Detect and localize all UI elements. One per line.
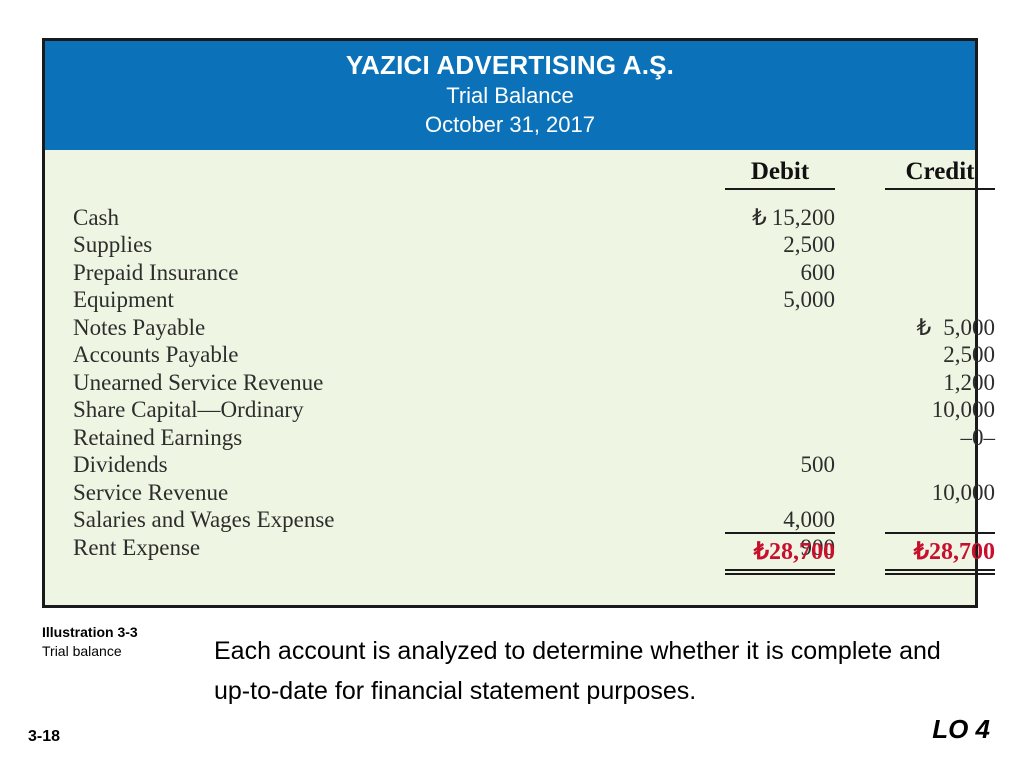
table-row: Retained Earnings –0– bbox=[45, 424, 995, 453]
table-row: Cash ₺ 15,200 bbox=[45, 205, 975, 233]
total-credit-double-rule bbox=[885, 568, 995, 575]
table-row: Accounts Payable 2,500 bbox=[45, 342, 995, 370]
debit-value: 2,500 bbox=[783, 232, 835, 258]
trial-balance-header: YAZICI ADVERTISING A.Ş. Trial Balance Oc… bbox=[45, 41, 975, 150]
credit-amount: 1,200 bbox=[845, 370, 995, 396]
account-name: Retained Earnings bbox=[73, 424, 243, 450]
company-name: YAZICI ADVERTISING A.Ş. bbox=[345, 50, 675, 80]
total-debit-double-rule bbox=[725, 568, 835, 575]
credit-value: 10,000 bbox=[931, 397, 995, 423]
account-name: Prepaid Insurance bbox=[73, 259, 239, 285]
illustration-subtitle: Trial balance bbox=[42, 642, 122, 659]
total-credit: ₺28,700 bbox=[885, 531, 995, 575]
column-header-credit: Credit bbox=[885, 158, 995, 190]
table-row: Salaries and Wages Expense 4,000 bbox=[45, 507, 975, 535]
account-name: Share Capital—Ordinary bbox=[73, 397, 304, 423]
account-name: Notes Payable bbox=[73, 314, 206, 340]
account-rows: Cash ₺ 15,200 Supplies 2,500 Prepaid Insuranc… bbox=[45, 205, 995, 563]
trial-balance-body: Debit Credit Cash ₺ 15,200 Supplies 2,500 Pre… bbox=[45, 150, 995, 577]
account-name: Accounts Payable bbox=[73, 342, 239, 368]
statement-date: October 31, 2017 bbox=[424, 111, 595, 137]
debit-amount: 4,000 bbox=[685, 507, 835, 533]
debit-value: 15,200 bbox=[771, 204, 835, 230]
learning-objective-tag: LO 4 bbox=[932, 714, 990, 744]
column-header-row: Debit Credit bbox=[45, 158, 995, 192]
total-debit-value: ₺28,700 bbox=[753, 538, 835, 565]
table-row: Unearned Service Revenue 1,200 bbox=[45, 369, 995, 398]
credit-value: 10,000 bbox=[931, 479, 995, 505]
credit-value: 2,500 bbox=[943, 342, 995, 368]
account-name: Equipment bbox=[73, 287, 174, 313]
table-row: Service Revenue 10,000 bbox=[45, 479, 995, 508]
credit-value: 5,000 bbox=[943, 314, 995, 340]
credit-value: –0– bbox=[960, 424, 996, 450]
account-name: Dividends bbox=[73, 452, 168, 478]
account-name: Salaries and Wages Expense bbox=[73, 507, 335, 533]
table-row: Dividends 500 bbox=[45, 452, 975, 480]
debit-amount: 2,500 bbox=[685, 232, 835, 258]
debit-amount: 5,000 bbox=[685, 287, 835, 313]
totals-row: ₺28,700 ₺28,700 bbox=[45, 531, 995, 575]
debit-value: 600 bbox=[800, 259, 836, 285]
illustration-number: Illustration 3-3 bbox=[42, 624, 138, 640]
credit-amount: 10,000 bbox=[845, 480, 995, 506]
currency-symbol: ₺ bbox=[752, 204, 767, 230]
credit-value: 1,200 bbox=[943, 369, 995, 395]
credit-amount: 10,000 bbox=[845, 397, 995, 423]
debit-amount: ₺ 15,200 bbox=[685, 205, 835, 231]
debit-value: 4,000 bbox=[783, 507, 835, 533]
table-row: Prepaid Insurance 600 bbox=[45, 260, 975, 288]
table-row: Supplies 2,500 bbox=[45, 232, 975, 260]
account-name: Unearned Service Revenue bbox=[73, 369, 324, 395]
slide-body-text: Each account is analyzed to determine wh… bbox=[214, 637, 941, 705]
trial-balance-illustration: YAZICI ADVERTISING A.Ş. Trial Balance Oc… bbox=[42, 38, 995, 608]
statement-name: Trial Balance bbox=[446, 82, 574, 108]
account-name: Cash bbox=[73, 204, 119, 230]
credit-amount: 2,500 bbox=[845, 342, 995, 368]
debit-value: 500 bbox=[800, 452, 836, 478]
illustration-caption: Illustration 3-3 Trial balance bbox=[42, 624, 212, 660]
total-debit: ₺28,700 bbox=[725, 531, 835, 575]
debit-value: 5,000 bbox=[783, 287, 835, 313]
debit-amount: 600 bbox=[685, 259, 836, 286]
table-row: Notes Payable ₺ 5,000 bbox=[45, 314, 995, 343]
total-credit-value: ₺28,700 bbox=[913, 538, 995, 565]
credit-amount: –0– bbox=[845, 424, 996, 451]
slide-number: 3-18 bbox=[28, 728, 61, 745]
debit-amount: 500 bbox=[685, 452, 836, 478]
table-row: Equipment 5,000 bbox=[45, 287, 975, 315]
table-row: Share Capital—Ordinary 10,000 bbox=[45, 397, 995, 425]
column-header-debit: Debit bbox=[725, 158, 835, 190]
account-name: Service Revenue bbox=[73, 479, 229, 505]
account-name: Supplies bbox=[73, 232, 153, 258]
currency-symbol: ₺ bbox=[916, 314, 932, 340]
credit-amount: ₺ 5,000 bbox=[845, 315, 995, 341]
